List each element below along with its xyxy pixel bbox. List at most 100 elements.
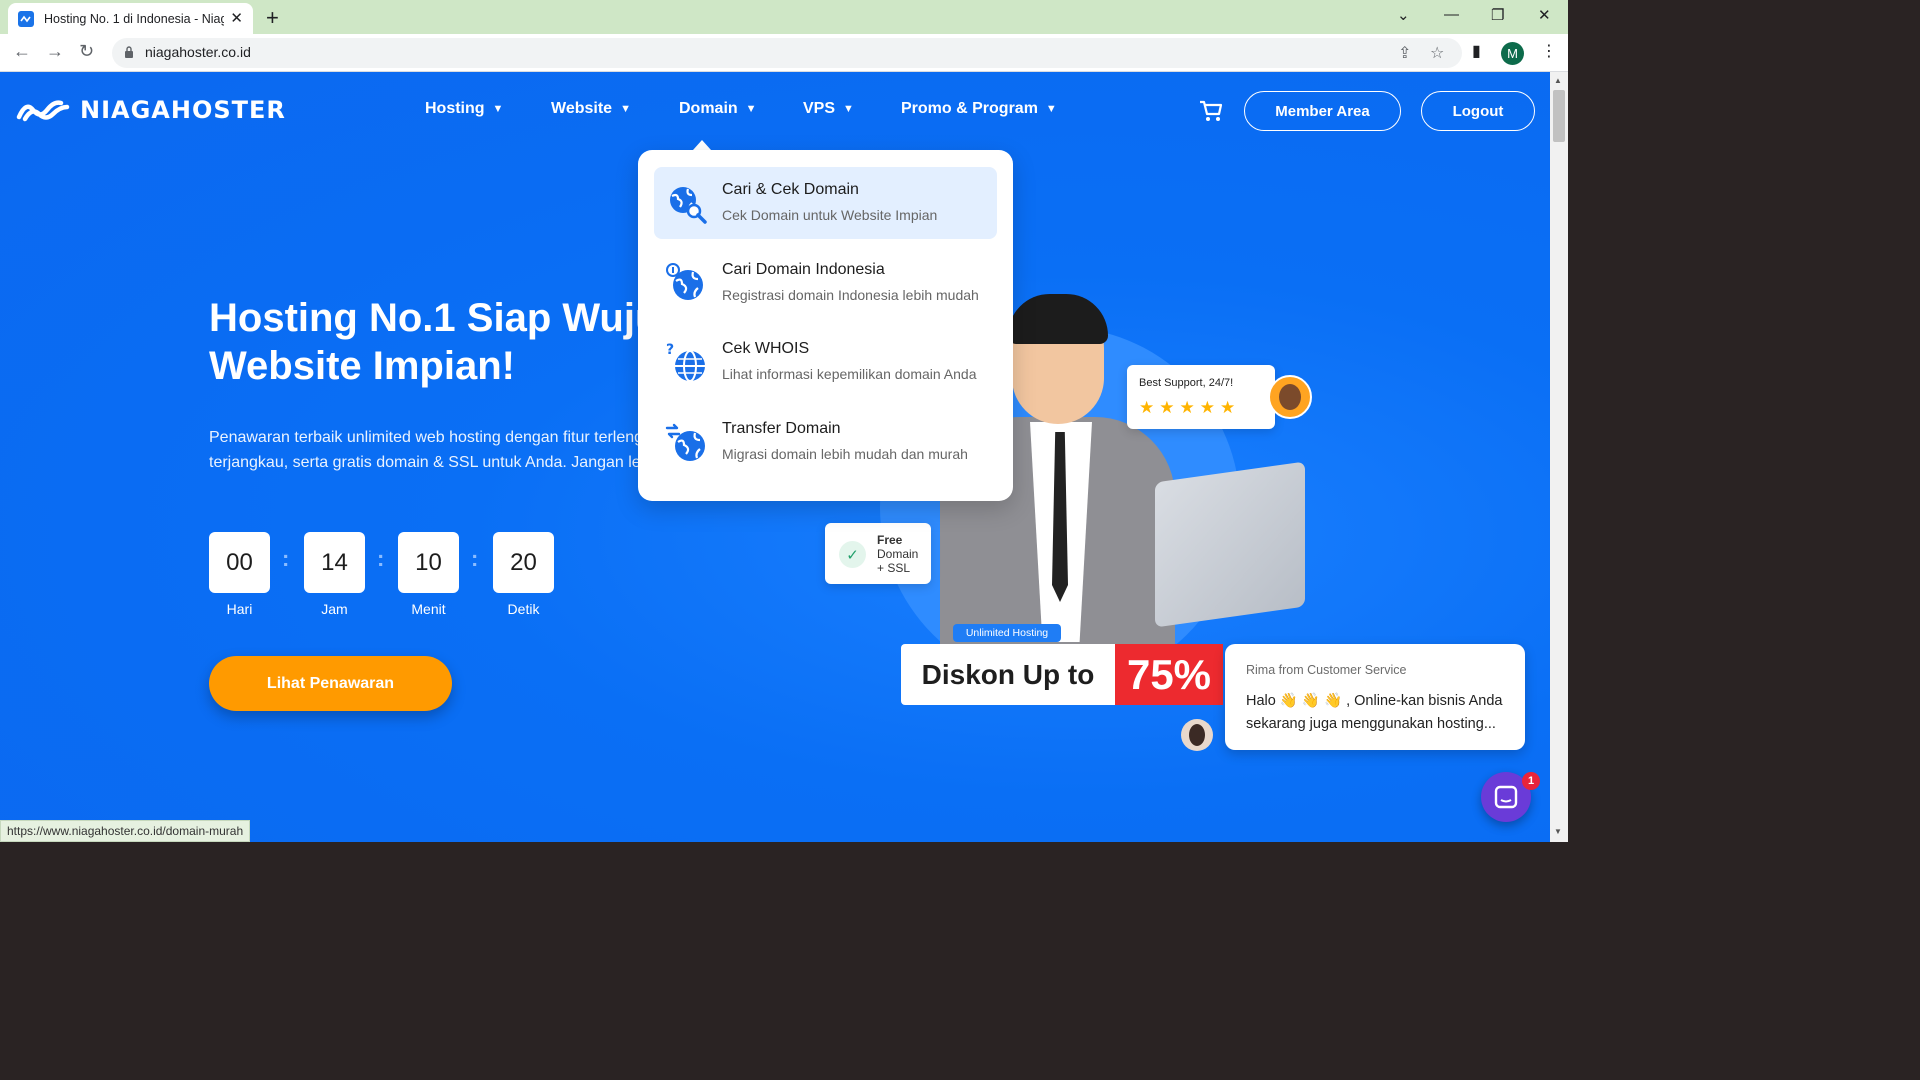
nav-label: Website <box>551 100 613 117</box>
minimize-icon[interactable]: — <box>1444 6 1459 23</box>
scroll-thumb[interactable] <box>1553 90 1565 142</box>
globe-search-icon <box>670 187 707 224</box>
support-agent-avatar <box>1268 375 1312 419</box>
rating-stars-icon: ★★★★★ <box>1139 398 1241 417</box>
countdown-value: 20 <box>493 532 554 593</box>
free-line2: Domain <box>877 547 919 561</box>
url-text: niagahoster.co.id <box>145 44 251 60</box>
countdown-minutes: 10 Menit <box>398 532 459 617</box>
free-domain-ssl-card: ✓ Free Domain + SSL <box>825 523 931 584</box>
back-icon[interactable]: ← <box>13 41 31 62</box>
countdown-label: Jam <box>321 601 348 617</box>
hero-desc-line1: Penawaran terbaik unlimited web hosting … <box>209 429 639 446</box>
dropdown-caret <box>693 140 711 150</box>
reload-icon[interactable]: ↻ <box>79 41 94 62</box>
menu-item-cari-cek-domain[interactable]: Cari & Cek Domain Cek Domain untuk Websi… <box>654 167 997 239</box>
scroll-down-icon[interactable]: ▼ <box>1554 827 1562 836</box>
hero-title-line1: Hosting No.1 Siap Wujudkan <box>209 296 679 340</box>
countdown-value: 14 <box>304 532 365 593</box>
chat-message: Halo 👋 👋 👋 , Online-kan bisnis Anda seka… <box>1246 693 1503 732</box>
globe-question-icon: ? <box>666 342 705 382</box>
menu-item-title: Cari & Cek Domain <box>722 181 859 198</box>
chat-sender: Rima from Customer Service <box>1246 663 1407 677</box>
logo-wave-icon <box>16 100 70 122</box>
tab-search-icon[interactable]: ⌄ <box>1397 6 1410 24</box>
menu-item-transfer-domain[interactable]: Transfer Domain Migrasi domain lebih mud… <box>654 406 997 478</box>
menu-item-cari-domain-indonesia[interactable]: Cari Domain Indonesia Registrasi domain … <box>654 247 997 319</box>
countdown-label: Hari <box>226 601 253 617</box>
lihat-penawaran-button[interactable]: Lihat Penawaran <box>209 656 452 711</box>
nav-label: VPS <box>803 100 836 117</box>
profile-avatar[interactable]: M <box>1501 42 1524 65</box>
countdown-label: Menit <box>411 601 446 617</box>
unlimited-hosting-tag: Unlimited Hosting <box>953 624 1061 642</box>
menu-item-subtitle: Cek Domain untuk Website Impian <box>722 207 938 223</box>
support-title: Best Support, 24/7! <box>1139 377 1234 389</box>
menu-item-subtitle: Lihat informasi kepemilikan domain Anda <box>722 366 977 382</box>
chat-unread-badge: 1 <box>1522 772 1540 790</box>
hero-person-hair <box>1008 294 1108 344</box>
countdown-hours: 14 Jam <box>304 532 365 617</box>
caret-down-icon: ▼ <box>492 103 504 115</box>
nav-label: Hosting <box>425 100 485 117</box>
share-icon[interactable]: ⇪ <box>1398 43 1411 63</box>
hero-desc-line2: terjangkau, serta gratis domain & SSL un… <box>209 454 639 471</box>
lock-icon <box>125 46 133 58</box>
chat-agent-avatar <box>1181 719 1213 751</box>
page-viewport: NIAGAHOSTER Hosting ▼ Website ▼ Domain ▼ VP… <box>0 72 1550 842</box>
hero-laptop <box>1155 461 1305 628</box>
menu-item-title: Cek WHOIS <box>722 340 810 357</box>
new-tab-icon[interactable]: + <box>266 5 279 31</box>
nav-promo-program[interactable]: Promo & Program ▼ <box>901 100 1057 118</box>
nav-label: Promo & Program <box>901 100 1038 117</box>
scroll-up-icon[interactable]: ▲ <box>1554 76 1562 85</box>
free-line3: + SSL <box>877 561 911 575</box>
countdown-separator: : <box>282 546 290 571</box>
countdown-value: 00 <box>209 532 270 593</box>
niagahoster-logo[interactable]: NIAGAHOSTER <box>16 96 286 124</box>
menu-item-subtitle: Migrasi domain lebih mudah dan murah <box>722 446 968 462</box>
niagahoster-favicon-icon <box>18 10 34 27</box>
browser-tab[interactable]: Hosting No. 1 di Indonesia - Niagahoster… <box>8 3 253 34</box>
caret-down-icon: ▼ <box>843 103 854 115</box>
globe-transfer-icon <box>665 423 705 461</box>
cart-icon[interactable] <box>1199 100 1223 122</box>
free-domain-ssl-text: Free Domain + SSL <box>877 533 918 575</box>
page-scrollbar[interactable]: ▲ ▼ <box>1550 72 1568 842</box>
browser-toolbar: ← → ↻ niagahoster.co.id ⇪ ☆ ▮ M ⋮ <box>0 34 1568 72</box>
discount-value: 75% <box>1115 644 1223 705</box>
countdown-value: 10 <box>398 532 459 593</box>
chat-preview-bubble[interactable]: Rima from Customer Service Halo 👋 👋 👋 , … <box>1225 644 1525 750</box>
nav-domain[interactable]: Domain ▼ <box>679 100 757 118</box>
side-panel-icon[interactable]: ▮ <box>1472 41 1481 61</box>
logout-button[interactable]: Logout <box>1421 91 1535 131</box>
countdown-separator: : <box>377 546 385 571</box>
forward-icon[interactable]: → <box>46 41 64 62</box>
hero-title-line2: Website Impian! <box>209 344 515 388</box>
globe-id-icon <box>666 263 703 300</box>
tab-close-icon[interactable]: ✕ <box>230 9 243 27</box>
member-area-button[interactable]: Member Area <box>1244 91 1401 131</box>
nav-website[interactable]: Website ▼ <box>551 100 631 118</box>
countdown-label: Detik <box>507 601 540 617</box>
discount-label: Diskon Up to <box>901 644 1115 705</box>
check-icon: ✓ <box>839 541 866 568</box>
bookmark-star-icon[interactable]: ☆ <box>1430 43 1444 63</box>
free-line1: Free <box>877 533 903 547</box>
menu-item-cek-whois[interactable]: ? Cek WHOIS Lihat informasi kepemilikan … <box>654 326 997 398</box>
nav-vps[interactable]: VPS ▼ <box>803 100 854 118</box>
nav-hosting[interactable]: Hosting ▼ <box>425 100 503 118</box>
menu-item-subtitle: Registrasi domain Indonesia lebih mudah <box>722 287 979 303</box>
nav-label: Domain <box>679 100 738 117</box>
caret-down-icon: ▼ <box>745 103 757 115</box>
logo-text: NIAGAHOSTER <box>80 96 286 124</box>
tab-title: Hosting No. 1 di Indonesia - Niagahoster <box>44 11 224 26</box>
hero-title: Hosting No.1 Siap Wujudkan Website Impia… <box>209 294 679 390</box>
restore-icon[interactable]: ❐ <box>1491 6 1504 24</box>
caret-down-icon: ▼ <box>620 103 631 115</box>
menu-kebab-icon[interactable]: ⋮ <box>1541 41 1557 61</box>
window-close-icon[interactable]: ✕ <box>1538 6 1551 24</box>
address-bar[interactable]: niagahoster.co.id ⇪ ☆ <box>112 38 1462 68</box>
support-card: Best Support, 24/7! ★★★★★ <box>1127 365 1275 429</box>
menu-item-title: Cari Domain Indonesia <box>722 261 885 278</box>
